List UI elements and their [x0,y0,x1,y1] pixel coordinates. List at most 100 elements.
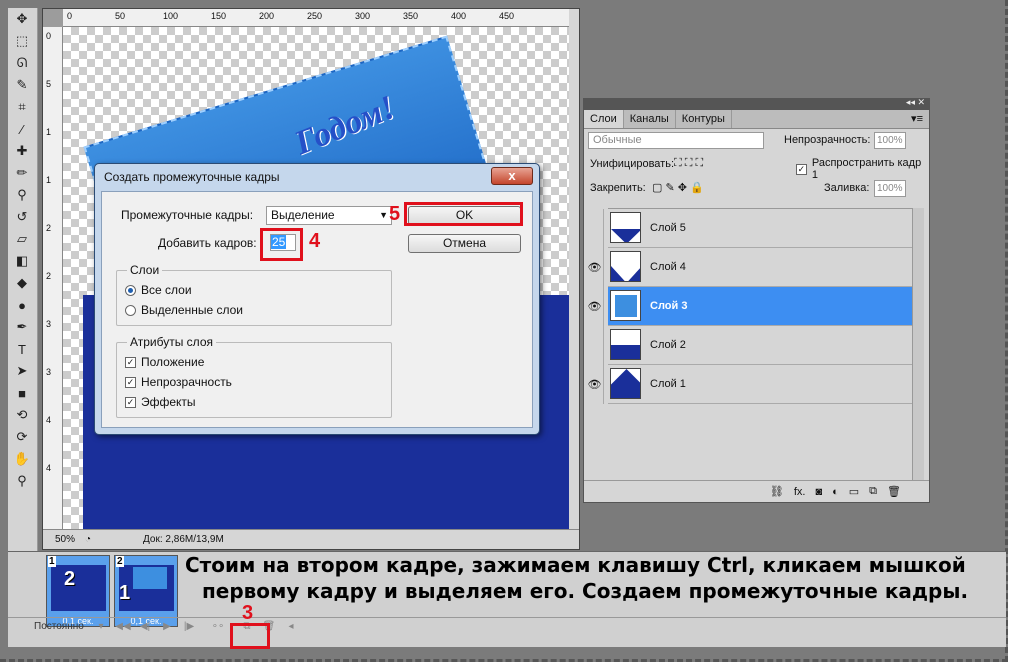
scroll-left-icon[interactable]: ◂ [280,621,302,632]
frame-big-number: 1 [119,582,131,604]
blend-mode-select[interactable]: Обычные [588,132,764,149]
link-icon[interactable]: ⛓ [770,485,784,498]
position-option[interactable]: ✓ Положение [125,355,204,369]
unify-icons[interactable]: ⛶ ⛶ ⛶ [674,157,703,170]
layer-list: Слой 5 👁 Слой 4 👁 Слой 3 Слой 2 👁 Слой 1 [588,208,912,480]
effects-option[interactable]: ✓ Эффекты [125,395,196,409]
lock-icons[interactable]: ▢ ✎ ✥ 🔒 [652,181,704,194]
layer-row-selected[interactable]: 👁 Слой 3 [588,287,912,326]
tween-label: Промежуточные кадры: [121,208,254,222]
eye-icon[interactable]: 👁 [586,365,604,404]
first-frame-icon[interactable]: ◀◀ [112,621,134,632]
layer-row[interactable]: 👁 Слой 4 [588,248,912,287]
lasso-icon[interactable]: ᘏ [8,52,36,74]
checkbox-checked[interactable]: ✓ [125,376,136,388]
instruction-caption: Стоим на втором кадре, зажимаем клавишу … [185,552,985,604]
visibility-off-icon[interactable] [586,326,604,365]
layer-row[interactable]: 👁 Слой 1 [588,365,912,404]
layer-row[interactable]: Слой 2 [603,326,912,365]
layer-name[interactable]: Слой 4 [650,261,686,273]
trash-icon[interactable]: 🗑 [887,485,901,498]
opacity-option[interactable]: ✓ Непрозрачность [125,375,232,389]
close-button[interactable]: x [491,167,533,185]
healing-icon[interactable]: ✚ [8,140,36,162]
3d-icon[interactable]: ⟲ [8,404,36,426]
layer-name[interactable]: Слой 3 [650,300,687,312]
gradient-icon[interactable]: ◧ [8,250,36,272]
tab-layers[interactable]: Слои [584,110,624,128]
collapse-icon[interactable]: ◂◂ ✕ [906,97,925,108]
dodge-icon[interactable]: ● [8,294,36,316]
timeline-toolbar: Постоянно ▾ ◀◀ ◀| ▶ |▶ ∘∘ ⧉ 🗑 ◂ [8,617,1006,635]
fill-input[interactable]: 100% [874,180,906,197]
tween-select-value: Выделение [271,208,335,222]
radio-selected[interactable] [125,284,136,296]
status-icon[interactable]: ◔ [85,534,91,545]
document-status-bar: 50% ◔ Док: 2,86M/13,9M [43,529,579,549]
ok-highlight [404,202,523,226]
shape-icon[interactable]: ■ [8,382,36,404]
all-layers-label: Все слои [141,283,192,297]
visibility-off-icon[interactable] [586,209,604,248]
hand-icon[interactable]: ✋ [8,448,36,470]
blur-icon[interactable]: ◆ [8,272,36,294]
zoom-level[interactable]: 50% [43,534,85,545]
history-brush-icon[interactable]: ↺ [8,206,36,228]
pen-icon[interactable]: ✒ [8,316,36,338]
layer-thumbnail [610,251,641,282]
tab-paths[interactable]: Контуры [676,110,732,128]
opacity-input[interactable]: 100% [874,132,906,149]
animation-timeline: 1 2 0,1 сек. 2 1 0,1 сек. Стоим на второ… [8,551,1006,647]
frames-label: Добавить кадров: [158,236,257,250]
radio-unselected[interactable] [125,304,136,316]
eye-icon[interactable]: 👁 [586,248,604,287]
layer-name[interactable]: Слой 2 [650,339,686,351]
cancel-button[interactable]: Отмена [408,234,521,253]
eye-icon[interactable]: 👁 [586,287,604,326]
vertical-scrollbar[interactable] [569,9,579,529]
loop-dropdown-icon[interactable]: ▾ [90,621,112,632]
zoom-icon[interactable]: ⚲ [8,470,36,492]
next-frame-icon[interactable]: |▶ [178,621,200,632]
tab-channels[interactable]: Каналы [624,110,676,128]
panel-menu-icon[interactable]: ▾≡ [911,112,923,125]
path-select-icon[interactable]: ➤ [8,360,36,382]
selected-layers-label: Выделенные слои [141,303,243,317]
lock-row: Закрепить: ▢ ✎ ✥ 🔒 Заливка: 100% [584,177,929,201]
selected-layers-option[interactable]: Выделенные слои [125,303,243,317]
mask-icon[interactable]: ◙ [815,486,822,498]
stamp-icon[interactable]: ⚲ [8,184,36,206]
group-icon[interactable]: ▭ [849,485,859,498]
layers-scrollbar[interactable] [912,208,924,480]
checkbox-checked[interactable]: ✓ [125,396,136,408]
tween-highlight [230,623,270,649]
frame-number: 1 [48,556,56,567]
all-layers-option[interactable]: Все слои [125,283,192,297]
marquee-icon[interactable]: ⬚ [8,30,36,52]
layer-row[interactable]: Слой 5 [603,209,912,248]
3d-camera-icon[interactable]: ⟳ [8,426,36,448]
play-icon[interactable]: ▶ [156,621,178,632]
layer-name[interactable]: Слой 1 [650,378,686,390]
unify-row: Унифицировать: ⛶ ⛶ ⛶ ✓ Распространить кад… [584,153,929,181]
layer-name[interactable]: Слой 5 [650,222,686,234]
new-layer-icon[interactable]: ⧉ [869,485,877,498]
crop-icon[interactable]: ⌗ [8,96,36,118]
layers-group-title: Слои [127,263,163,277]
adjustment-icon[interactable]: ◐ [832,486,839,498]
checkbox-checked[interactable]: ✓ [796,163,807,175]
opacity-label: Непрозрачность: [784,134,871,146]
quick-select-icon[interactable]: ✎ [8,74,36,96]
eyedropper-icon[interactable]: ⁄ [8,118,36,140]
attributes-group-title: Атрибуты слоя [127,335,216,349]
type-icon[interactable]: T [8,338,36,360]
checkbox-checked[interactable]: ✓ [125,356,136,368]
loop-select[interactable]: Постоянно [8,621,90,632]
eraser-icon[interactable]: ▱ [8,228,36,250]
frame-image [51,565,106,611]
tween-select[interactable]: Выделение ▼ [266,206,392,225]
fx-icon[interactable]: fx. [794,486,806,498]
move-icon[interactable]: ✥ [8,8,36,30]
brush-icon[interactable]: ✏ [8,162,36,184]
prev-frame-icon[interactable]: ◀| [134,621,156,632]
